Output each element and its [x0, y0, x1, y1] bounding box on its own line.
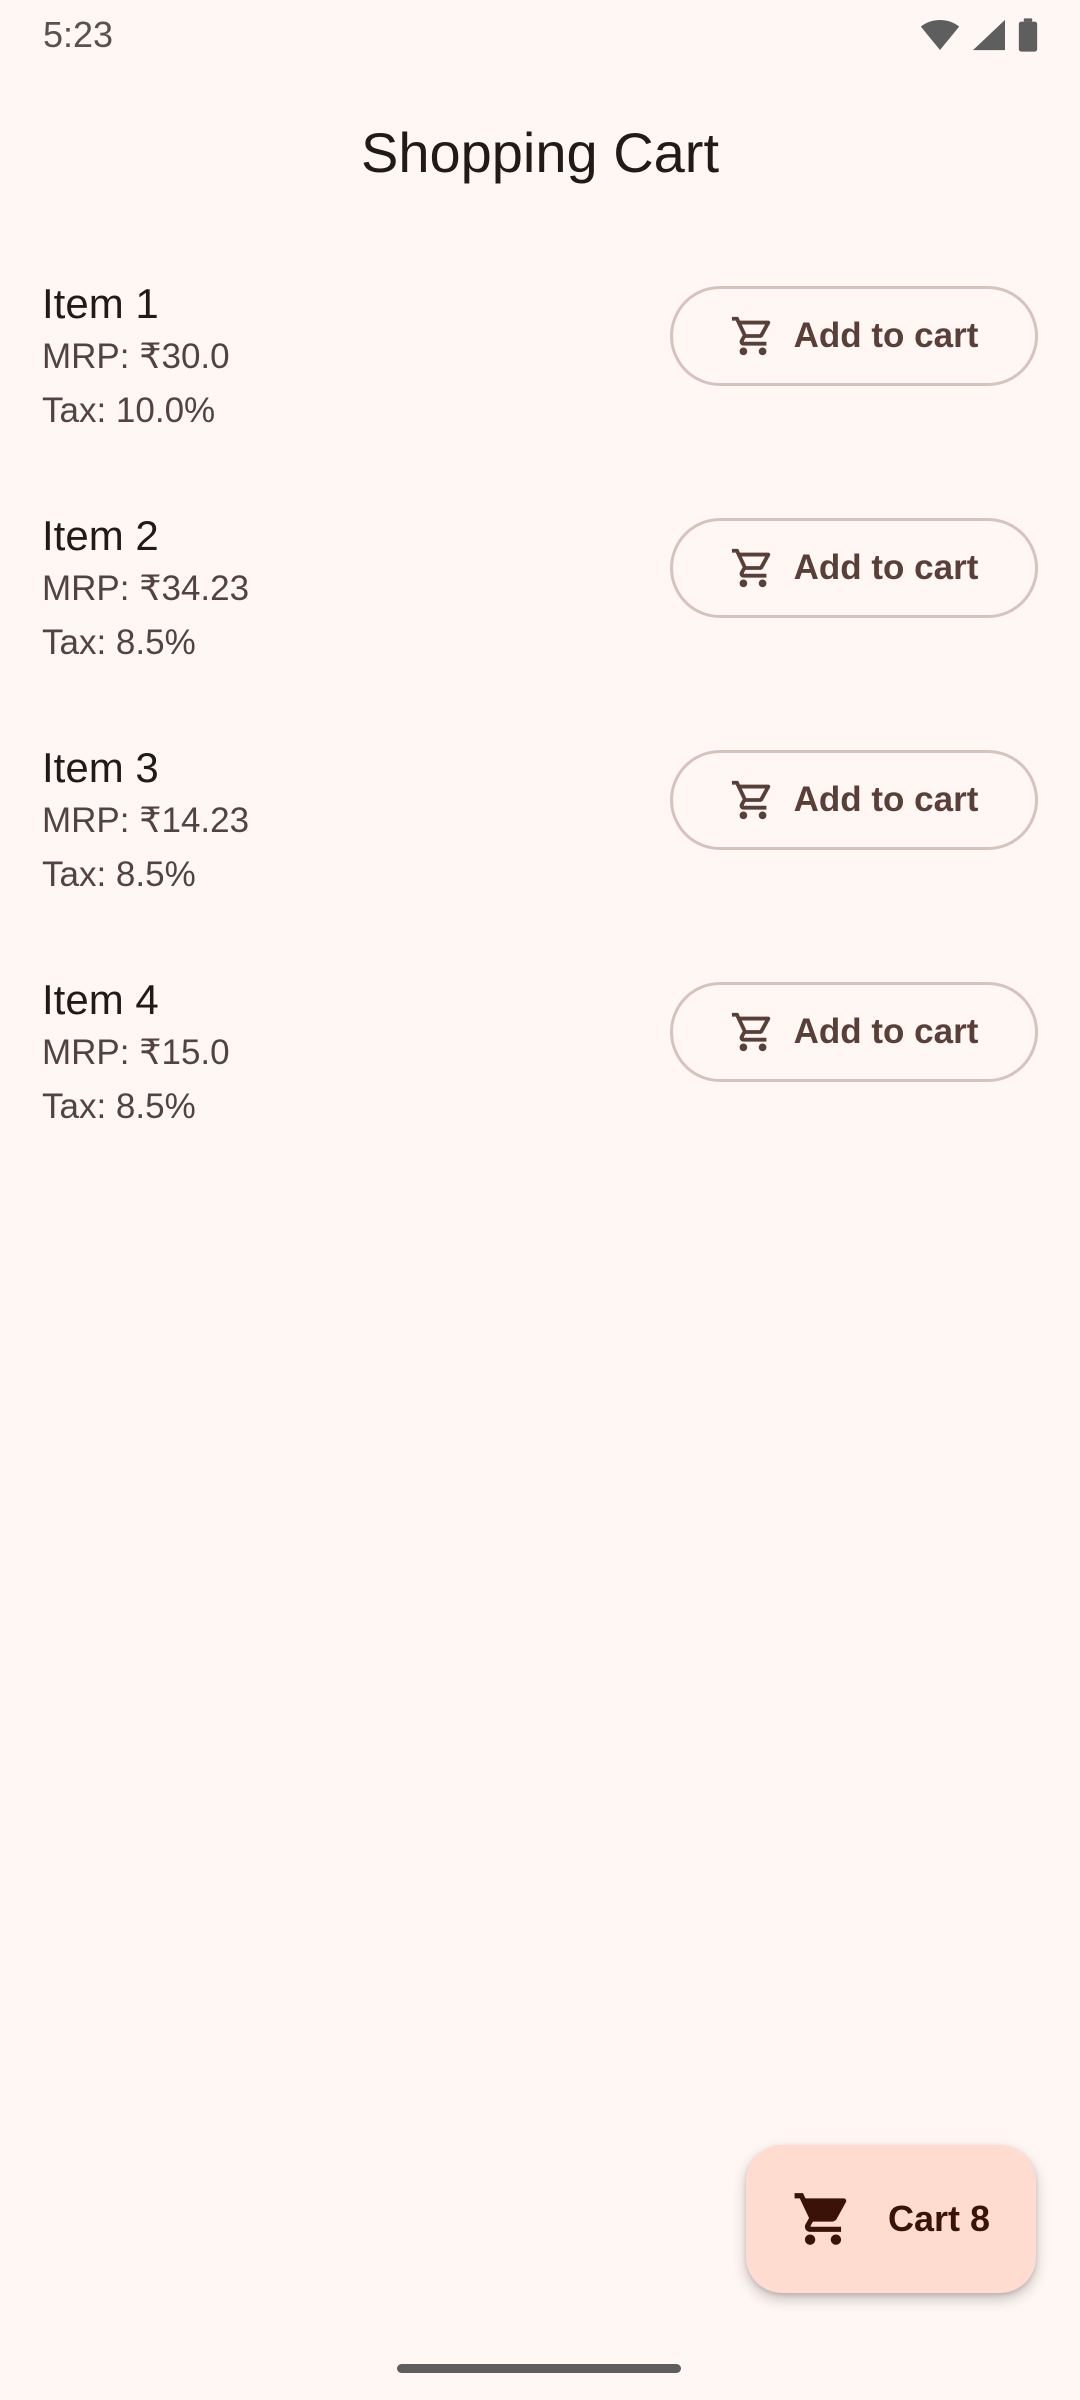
item-mrp: MRP: ₹30.0: [42, 337, 230, 376]
add-to-cart-label: Add to cart: [793, 316, 979, 355]
list-item: Item 4 MRP: ₹15.0 Tax: 8.5% Add to cart: [0, 966, 1080, 1198]
cart-count-label: Cart 8: [887, 2198, 991, 2239]
add-to-cart-button[interactable]: Add to cart: [670, 982, 1038, 1082]
shopping-cart-outline-icon: [730, 1009, 776, 1055]
item-tax: Tax: 8.5%: [42, 623, 196, 662]
status-icons: [920, 18, 1038, 52]
item-info: Item 1 MRP: ₹30.0 Tax: 10.0%: [42, 278, 230, 438]
shopping-cart-icon: [792, 2188, 854, 2250]
item-name: Item 3: [42, 744, 159, 791]
item-tax: Tax: 8.5%: [42, 1087, 196, 1126]
item-list: Item 1 MRP: ₹30.0 Tax: 10.0% Add to cart…: [0, 270, 1080, 1198]
item-info: Item 4 MRP: ₹15.0 Tax: 8.5%: [42, 974, 230, 1134]
shopping-cart-outline-icon: [730, 777, 776, 823]
item-mrp: MRP: ₹15.0: [42, 1033, 230, 1072]
shopping-cart-outline-icon: [730, 545, 776, 591]
add-to-cart-button[interactable]: Add to cart: [670, 518, 1038, 618]
add-to-cart-label: Add to cart: [793, 548, 979, 587]
add-to-cart-button[interactable]: Add to cart: [670, 750, 1038, 850]
cellular-signal-icon: [972, 19, 1006, 51]
item-info: Item 3 MRP: ₹14.23 Tax: 8.5%: [42, 742, 249, 902]
shopping-cart-outline-icon: [730, 313, 776, 359]
list-item: Item 1 MRP: ₹30.0 Tax: 10.0% Add to cart: [0, 270, 1080, 502]
status-bar: 5:23: [0, 0, 1080, 72]
add-to-cart-button[interactable]: Add to cart: [670, 286, 1038, 386]
item-name: Item 2: [42, 512, 159, 559]
item-tax: Tax: 10.0%: [42, 391, 216, 430]
add-to-cart-label: Add to cart: [793, 780, 979, 819]
page-title: Shopping Cart: [360, 121, 719, 184]
list-item: Item 2 MRP: ₹34.23 Tax: 8.5% Add to cart: [0, 502, 1080, 734]
item-mrp: MRP: ₹34.23: [42, 569, 250, 608]
item-info: Item 2 MRP: ₹34.23 Tax: 8.5%: [42, 510, 249, 670]
battery-icon: [1018, 18, 1038, 52]
item-tax: Tax: 8.5%: [42, 855, 196, 894]
cart-fab-button[interactable]: Cart 8: [746, 2145, 1036, 2293]
item-name: Item 4: [42, 976, 159, 1023]
item-name: Item 1: [42, 280, 159, 327]
wifi-icon: [920, 19, 960, 51]
gesture-navigation-handle[interactable]: [397, 2364, 681, 2373]
add-to-cart-label: Add to cart: [793, 1012, 979, 1051]
list-item: Item 3 MRP: ₹14.23 Tax: 8.5% Add to cart: [0, 734, 1080, 966]
item-mrp: MRP: ₹14.23: [42, 801, 250, 840]
status-time: 5:23: [43, 14, 114, 55]
